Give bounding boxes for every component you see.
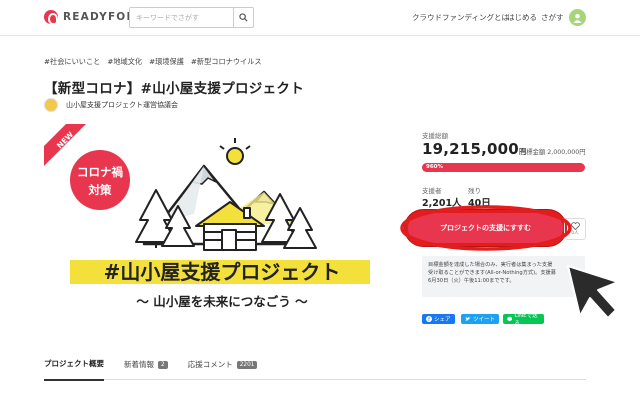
search-button[interactable] [233,8,253,27]
user-icon [573,13,582,23]
corona-line2: 対策 [88,183,112,197]
nav-explore[interactable]: さがす [541,12,564,23]
hero-illustration: NEW コロナ禍 対策 #山小屋支援プロジェクト ～ 山小屋を未来につなごう ～ [44,124,370,309]
search-icon [239,13,248,22]
tab-updates-label: 新着情報 [124,360,154,369]
search-input[interactable] [130,8,234,27]
tag-local-culture[interactable]: #地域文化 [107,57,142,67]
readyfor-logo[interactable]: READYFOR [44,10,136,25]
tag-environment[interactable]: #環境保護 [149,57,184,67]
total-label: 支援総額 [422,132,448,140]
sun-icon [219,138,251,165]
hero-subline: ～ 山小屋を未来につなごう ～ [136,294,308,309]
tab-comments-label: 応援コメント [187,360,233,369]
share-line-button[interactable]: LINEで送る [503,313,544,327]
site-header: READYFOR クラウドファンディングとは はじめる さがす [0,0,640,36]
supporters-label: 支援者 [422,187,442,195]
project-title: 【新型コロナ】#山小屋支援プロジェクト [44,81,305,97]
share-line-label: LINEで送る [514,313,538,327]
remaining-label: 残り [468,187,481,195]
organizer[interactable]: 山小屋支援プロジェクト運営協議会 [44,98,178,112]
facebook-icon: f [426,316,432,322]
project-tabs: プロジェクト概要 新着情報 2 応援コメント 2201 [44,358,277,381]
nav-about[interactable]: クラウドファンディングとは [412,12,509,23]
logo-mark-icon [44,10,58,25]
goal-amount: 目標金額 2,000,000円 [520,149,586,156]
total-amount: 19,215,000円 [422,140,527,158]
tab-comments-badge: 2201 [236,360,258,369]
svg-text:f: f [428,317,430,322]
logo-text: READYFOR [63,11,136,23]
corona-line1: コロナ禍 [77,165,123,179]
note-line-1: 目標金額を達成した場合のみ、実行者は集まった支援 [428,262,553,268]
tab-updates-badge: 2 [158,360,168,369]
annotation-ellipse [400,205,572,251]
search-box [129,7,254,28]
share-facebook-label: シェア [434,317,451,323]
note-line-2: 受け取ることができます(All-or-Nothing方式)。支援募 [428,270,556,276]
share-twitter-label: ツイート [473,317,496,323]
nav-start[interactable]: はじめる [507,12,537,23]
organizer-name: 山小屋支援プロジェクト運営協議会 [66,101,178,109]
tab-overview[interactable]: プロジェクト概要 [44,358,104,381]
progress-text: 960% [426,164,443,170]
tab-updates[interactable]: 新着情報 2 [124,358,168,381]
tag-covid[interactable]: #新型コロナウイルス [191,57,262,67]
total-amount-value: 19,215,000 [422,140,519,158]
pointer-cursor-icon [567,265,619,319]
user-avatar[interactable] [569,9,586,26]
organizer-avatar [44,98,58,112]
note-line-3: 6月30日（火）午後11:00までです。 [428,278,515,284]
line-icon [507,316,513,321]
tab-overview-label: プロジェクト概要 [44,359,104,368]
share-facebook-button[interactable]: f シェア [422,314,455,324]
tag-list: #社会にいいこと #地域文化 #環境保護 #新型コロナウイルス [44,57,262,67]
tag-social[interactable]: #社会にいいこと [44,57,100,67]
share-twitter-button[interactable]: ツイート [461,314,499,324]
hero-headline: #山小屋支援プロジェクト [104,260,341,284]
twitter-icon [465,317,471,321]
progress-bar: 960% [422,163,585,172]
project-hero-image: NEW コロナ禍 対策 #山小屋支援プロジェクト ～ 山小屋を未来につなごう ～ [44,124,400,328]
tab-comments[interactable]: 応援コメント 2201 [188,358,258,381]
corona-badge [70,150,130,210]
all-or-nothing-note: 目標金額を達成した場合のみ、実行者は集まった支援 受け取ることができます(All… [422,256,585,297]
